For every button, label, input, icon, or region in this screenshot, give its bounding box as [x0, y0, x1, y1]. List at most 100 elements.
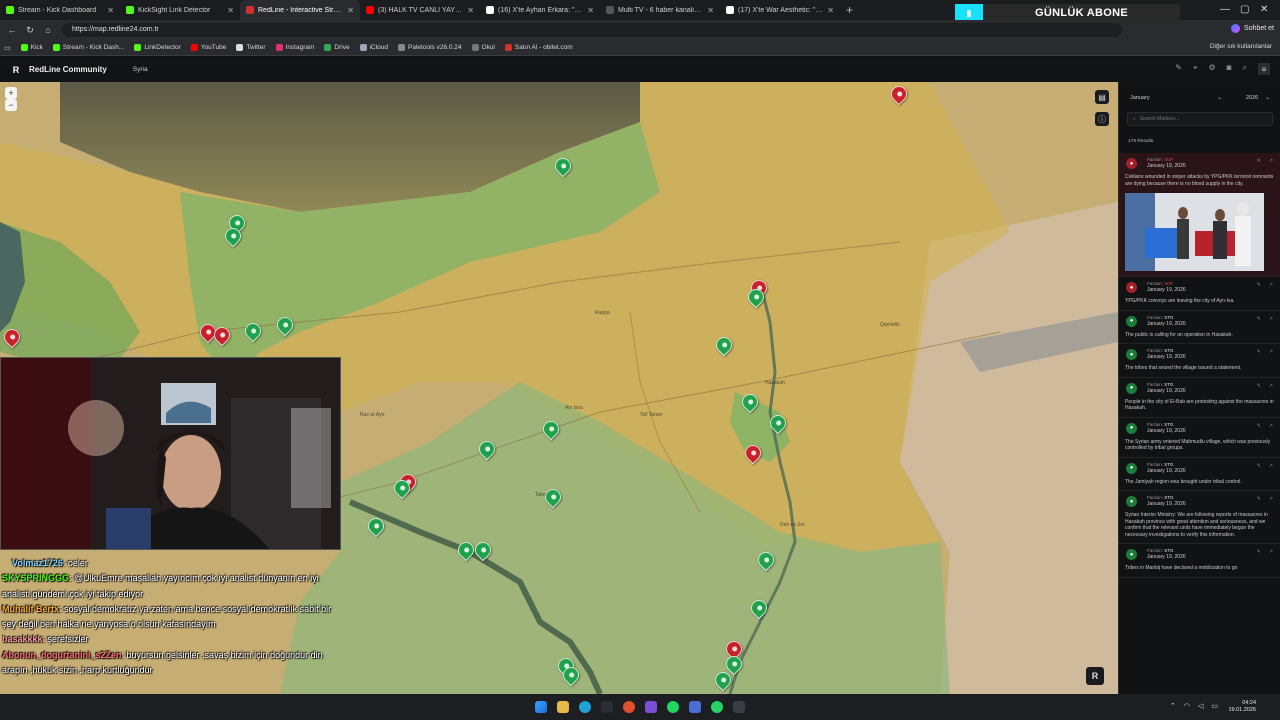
bookmark-item[interactable]: Twitter: [236, 44, 266, 51]
battery-icon[interactable]: ▭: [1211, 702, 1218, 710]
close-window-icon[interactable]: ✕: [1260, 4, 1268, 15]
layers-icon[interactable]: ▤: [1095, 90, 1109, 104]
obs-icon[interactable]: [733, 701, 745, 713]
file-explorer-icon[interactable]: [557, 701, 569, 713]
other-bookmarks[interactable]: Diğer sık kullanılanlar: [1210, 43, 1272, 50]
refresh-icon[interactable]: ↻: [24, 25, 36, 36]
faction-value: SDF: [1164, 281, 1174, 286]
close-tab-icon[interactable]: ✕: [827, 6, 834, 15]
close-tab-icon[interactable]: ✕: [347, 6, 354, 15]
zoom-in-icon[interactable]: +: [5, 87, 17, 99]
location-icon[interactable]: ⌖: [1193, 63, 1198, 75]
drive-icon: [324, 44, 332, 51]
event-card[interactable]: ● Faction: SDF January 19, 2026 ✕ ↗ Civil…: [1119, 153, 1280, 277]
external-link-icon[interactable]: ↗: [1269, 463, 1273, 469]
event-card[interactable]: ● Faction: STG January 19, 2026 ✎ ↗ The S…: [1119, 418, 1280, 458]
tab-title: Multi TV - 6 haber kanalını aynı anda: [618, 6, 703, 14]
browser-tab[interactable]: (3) HALK TV CANLI YAYINI | FULL HD✕: [360, 0, 480, 20]
event-description: YPG/PKK convoys are leaving the city of …: [1125, 298, 1235, 304]
bookmark-item[interactable]: YouTube: [190, 44, 226, 51]
event-photo[interactable]: [1125, 193, 1264, 271]
brave-icon[interactable]: [623, 701, 635, 713]
bookmark-label: iCloud: [369, 44, 389, 51]
external-link-icon[interactable]: ↗: [1269, 282, 1273, 288]
wifi-icon[interactable]: ◠: [1184, 702, 1190, 710]
minimize-icon[interactable]: —: [1220, 4, 1230, 15]
browser-tab[interactable]: Stream - Kick Dashboard ✕: [0, 0, 120, 20]
maximize-icon[interactable]: ▢: [1240, 4, 1249, 15]
draw-tool-icon[interactable]: ✎: [1175, 63, 1182, 75]
url-field[interactable]: https://map.redline24.com.tr: [62, 23, 1122, 37]
event-card[interactable]: ● Faction: STG January 19, 2026 ✎ ↗ Peopl…: [1119, 378, 1280, 418]
browser-tab[interactable]: KickSight Link Detector ✕: [120, 0, 240, 20]
edit-icon[interactable]: ✎: [1257, 282, 1261, 288]
month-select[interactable]: January ⌄: [1127, 91, 1225, 104]
volume-icon[interactable]: ◁: [1198, 702, 1203, 710]
edit-icon[interactable]: ✎: [1257, 463, 1261, 469]
browser-tab[interactable]: (17) X'te War Aesthetic: "#SONDAKİKA"✕: [720, 0, 840, 20]
bookmark-item[interactable]: Paletools v26.0.24: [398, 44, 462, 51]
close-tab-icon[interactable]: ✕: [227, 6, 234, 15]
bookmark-item[interactable]: Satın Al - obilet.com: [504, 44, 573, 51]
taskbar-clock[interactable]: 04:24 19.01.2026: [1228, 700, 1256, 714]
discord-icon[interactable]: [645, 701, 657, 713]
info-icon[interactable]: ⓘ: [1095, 112, 1109, 126]
event-card[interactable]: ● Faction: SDF January 19, 2026 ✎ ↗ YPG/P…: [1119, 277, 1280, 311]
steam-icon[interactable]: [601, 701, 613, 713]
redline-logo[interactable]: R: [10, 64, 22, 76]
marker-search-input[interactable]: ⌕ Search Markers...: [1127, 112, 1273, 126]
close-icon[interactable]: ✕: [1257, 158, 1261, 164]
event-card[interactable]: ● Faction: STG January 19, 2026 ✎ ↗ Tribe…: [1119, 544, 1280, 578]
edit-icon[interactable]: ✎: [1257, 383, 1261, 389]
home-icon[interactable]: ⌂: [42, 25, 54, 35]
start-icon[interactable]: [535, 701, 547, 713]
external-link-icon[interactable]: ↗: [1269, 316, 1273, 322]
edit-icon[interactable]: ✎: [1257, 349, 1261, 355]
external-link-icon[interactable]: ↗: [1269, 549, 1273, 555]
external-link-icon[interactable]: ↗: [1269, 423, 1273, 429]
brand-name[interactable]: RedLine Community: [29, 65, 107, 74]
bookmark-item[interactable]: Kick: [20, 44, 43, 51]
event-card[interactable]: ● Faction: STG January 19, 2026 ✎ ↗ Syria…: [1119, 491, 1280, 544]
edit-icon[interactable]: ✎: [1257, 549, 1261, 555]
bookmark-item[interactable]: Stream - Kick Dash...: [52, 44, 124, 51]
close-tab-icon[interactable]: ✕: [107, 6, 114, 15]
external-link-icon[interactable]: ↗: [1269, 158, 1273, 164]
browser-tab[interactable]: Multi TV - 6 haber kanalını aynı anda ✕: [600, 0, 720, 20]
back-icon[interactable]: ←: [6, 25, 18, 35]
browser-tab[interactable]: (16) X'te Ayhan Erkara: "Haseke"✕: [480, 0, 600, 20]
new-tab-button[interactable]: +: [846, 3, 853, 17]
camera-icon[interactable]: ◙: [1227, 63, 1232, 75]
bookmark-item[interactable]: Okul: [471, 44, 495, 51]
edit-icon[interactable]: ✎: [1257, 423, 1261, 429]
external-link-icon[interactable]: ↗: [1269, 383, 1273, 389]
event-card[interactable]: ● Faction: STG January 19, 2026 ✎ ↗ The p…: [1119, 311, 1280, 344]
close-tab-icon[interactable]: ✕: [587, 6, 594, 15]
external-link-icon[interactable]: ↗: [1269, 349, 1273, 355]
bookmark-item[interactable]: iCloud: [359, 44, 389, 51]
bookmark-item[interactable]: Drive: [324, 44, 350, 51]
close-tab-icon[interactable]: ✕: [467, 6, 474, 15]
year-select[interactable]: 2026 ⌄: [1243, 91, 1273, 104]
event-card[interactable]: ● Faction: STG January 19, 2026 ✎ ↗ The J…: [1119, 458, 1280, 491]
chat-button[interactable]: Sohbet et: [1231, 24, 1274, 33]
event-card[interactable]: ● Faction: STG January 19, 2026 ✎ ↗ The t…: [1119, 344, 1280, 378]
bookmark-item[interactable]: LinkDetector: [134, 44, 181, 51]
close-tab-icon[interactable]: ✕: [707, 6, 714, 15]
bookmark-item[interactable]: Instagram: [275, 44, 314, 51]
spotify-icon[interactable]: [667, 701, 679, 713]
app-icon[interactable]: [689, 701, 701, 713]
browser-tab-active[interactable]: RedLine - Interactive Strategic Map✕: [240, 0, 360, 20]
nav-item-syria[interactable]: Syria: [133, 66, 148, 73]
edit-icon[interactable]: ✎: [1257, 496, 1261, 502]
search-icon[interactable]: ⌕: [1243, 63, 1247, 75]
chevron-up-icon[interactable]: ⌃: [1170, 702, 1176, 710]
menu-icon[interactable]: ≡: [1258, 63, 1270, 75]
zoom-out-icon[interactable]: −: [5, 99, 17, 111]
bookmark-folder-icon[interactable]: ▭: [4, 44, 11, 52]
edge-icon[interactable]: [579, 701, 591, 713]
settings-icon[interactable]: ⚙: [1209, 63, 1216, 75]
external-link-icon[interactable]: ↗: [1269, 496, 1273, 502]
whatsapp-icon[interactable]: [711, 701, 723, 713]
edit-icon[interactable]: ✎: [1257, 316, 1261, 322]
